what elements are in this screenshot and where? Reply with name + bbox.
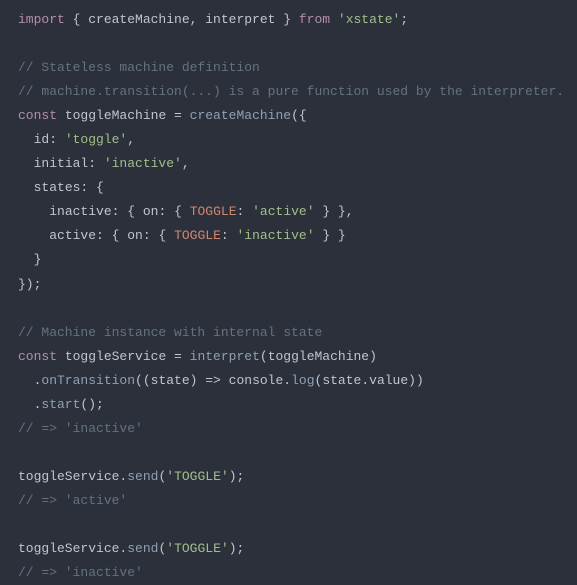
comment-line: // => 'active' [18, 489, 559, 513]
comment-line: // machine.transition(...) is a pure fun… [18, 80, 559, 104]
event-name: TOGGLE [174, 228, 221, 243]
comment-line: // Machine instance with internal state [18, 321, 559, 345]
function-call: createMachine [190, 108, 291, 123]
code-line: inactive: { on: { TOGGLE: 'active' } }, [18, 200, 559, 224]
code-line: initial: 'inactive', [18, 152, 559, 176]
event-name: TOGGLE [190, 204, 237, 219]
comment-line: // => 'inactive' [18, 561, 559, 585]
method-call: send [127, 469, 158, 484]
code-line: .start(); [18, 393, 559, 417]
code-line: toggleService.send('TOGGLE'); [18, 465, 559, 489]
code-line: } [18, 248, 559, 272]
method-call: onTransition [41, 373, 135, 388]
function-call: interpret [190, 349, 260, 364]
code-line: const toggleService = interpret(toggleMa… [18, 345, 559, 369]
code-line: toggleService.send('TOGGLE'); [18, 537, 559, 561]
code-line: import { createMachine, interpret } from… [18, 8, 559, 32]
keyword-from: from [299, 12, 330, 27]
code-line: const toggleMachine = createMachine({ [18, 104, 559, 128]
comment-line: // => 'inactive' [18, 417, 559, 441]
blank-line [18, 441, 559, 465]
code-line: .onTransition((state) => console.log(sta… [18, 369, 559, 393]
blank-line [18, 297, 559, 321]
code-line: active: { on: { TOGGLE: 'inactive' } } [18, 224, 559, 248]
method-call: start [41, 397, 80, 412]
code-line: states: { [18, 176, 559, 200]
keyword-import: import [18, 12, 65, 27]
blank-line [18, 513, 559, 537]
comment-line: // Stateless machine definition [18, 56, 559, 80]
code-line: }); [18, 273, 559, 297]
string-literal: 'xstate' [338, 12, 400, 27]
code-line: id: 'toggle', [18, 128, 559, 152]
method-call: send [127, 541, 158, 556]
blank-line [18, 32, 559, 56]
code-block: import { createMachine, interpret } from… [18, 8, 559, 585]
